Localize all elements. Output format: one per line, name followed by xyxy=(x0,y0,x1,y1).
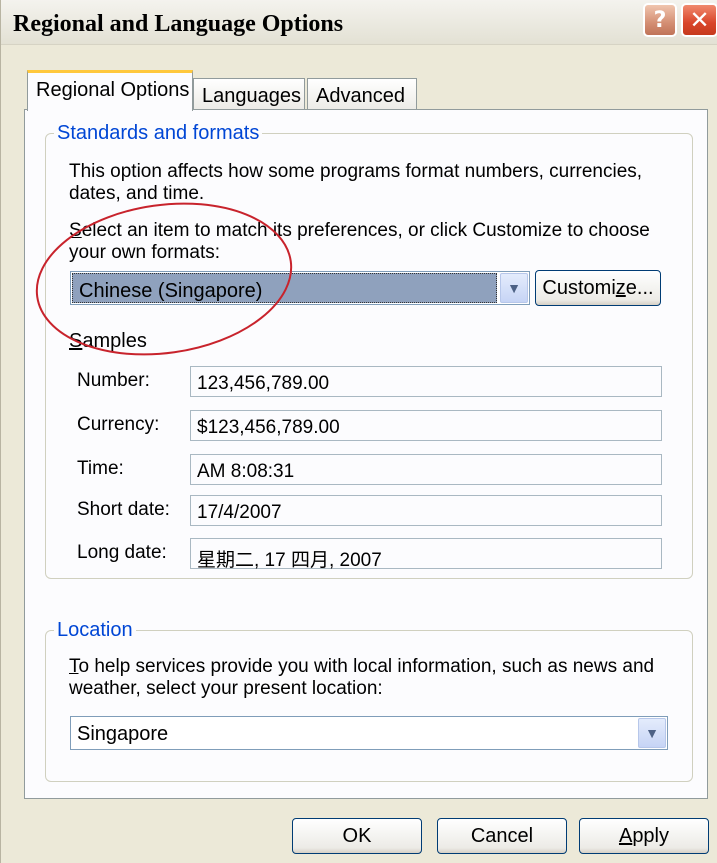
close-button[interactable]: ✕ xyxy=(681,3,717,37)
help-button[interactable]: ? xyxy=(643,3,677,37)
apply-accelerator: A xyxy=(618,824,633,847)
cancel-label: Cancel xyxy=(470,824,534,847)
regional-options-panel: Standards and formats This option affect… xyxy=(24,109,708,799)
samples-heading: Samples xyxy=(69,330,147,352)
sample-value-number: 123,456,789.00 xyxy=(190,366,662,397)
standards-description-line2: dates, and time. xyxy=(69,183,205,204)
samples-accelerator: S xyxy=(69,330,83,352)
tab-label: Regional Options xyxy=(36,79,190,101)
tab-label: Languages xyxy=(202,85,301,107)
customize-accelerator: z xyxy=(615,276,626,299)
title-bar[interactable]: Regional and Language Options ? ✕ xyxy=(1,0,717,45)
location-description: To help services provide you with local … xyxy=(69,656,654,700)
cancel-button[interactable]: Cancel xyxy=(437,818,567,854)
ok-button[interactable]: OK xyxy=(292,818,422,854)
location-dropdown-value: Singapore xyxy=(77,723,169,745)
samples-heading-rest: amples xyxy=(82,330,147,352)
standards-description: This option affects how some programs fo… xyxy=(69,161,642,205)
chevron-down-icon[interactable]: ▼ xyxy=(500,273,528,303)
select-instruction-line2: your own formats: xyxy=(69,242,220,263)
standards-formats-legend: Standards and formats xyxy=(54,122,263,145)
sample-value-long-date: 星期二, 17 四月, 2007 xyxy=(190,538,662,571)
sample-value-currency: $123,456,789.00 xyxy=(190,410,662,441)
sample-value-short-date: 17/4/2007 xyxy=(190,495,662,526)
sample-label-number: Number: xyxy=(77,370,150,391)
regional-language-dialog: Regional and Language Options ? ✕ Region… xyxy=(0,0,717,863)
location-accelerator: T xyxy=(69,656,79,677)
select-instruction: Select an item to match its preferences,… xyxy=(69,220,650,264)
apply-button[interactable]: Apply xyxy=(579,818,709,854)
location-description-line2: weather, select your present location: xyxy=(69,678,383,699)
location-group: Location xyxy=(45,619,693,782)
format-dropdown[interactable]: Chinese (Singapore) ▼ xyxy=(70,271,530,305)
select-accelerator: S xyxy=(69,220,82,241)
sample-label-long-date: Long date: xyxy=(77,542,167,563)
format-dropdown-value: Chinese (Singapore) xyxy=(72,273,497,303)
select-instruction-line1: elect an item to match its preferences, … xyxy=(81,220,650,241)
close-icon: ✕ xyxy=(689,6,710,34)
apply-label: pply xyxy=(632,824,670,847)
sample-label-time: Time: xyxy=(77,458,124,479)
location-legend: Location xyxy=(54,619,136,642)
window-title: Regional and Language Options xyxy=(13,11,344,37)
customize-label-part2: e... xyxy=(625,276,654,299)
chevron-down-icon[interactable]: ▼ xyxy=(638,718,666,748)
standards-description-line1: This option affects how some programs fo… xyxy=(69,161,643,182)
sample-value-time: AM 8:08:31 xyxy=(190,454,662,485)
tab-regional-options[interactable]: Regional Options xyxy=(27,70,193,111)
location-description-line1: o help services provide you with local i… xyxy=(78,656,655,677)
sample-label-currency: Currency: xyxy=(77,414,160,435)
location-dropdown[interactable]: Singapore ▼ xyxy=(70,716,668,750)
tab-advanced[interactable]: Advanced xyxy=(307,78,417,110)
tab-languages[interactable]: Languages xyxy=(193,78,305,110)
customize-button[interactable]: Customi z e... xyxy=(535,270,661,306)
sample-label-short-date: Short date: xyxy=(77,499,170,520)
tab-label: Advanced xyxy=(316,85,405,107)
customize-label-part1: Customi xyxy=(542,276,616,299)
help-icon: ? xyxy=(653,7,667,33)
ok-label: OK xyxy=(342,824,372,847)
